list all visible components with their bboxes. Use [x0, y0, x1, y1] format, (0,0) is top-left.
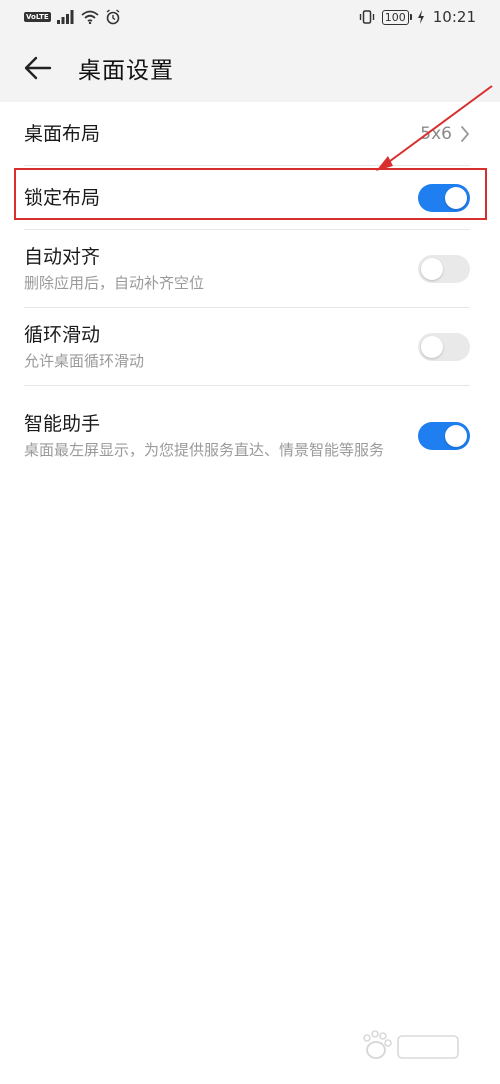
back-button[interactable] [22, 52, 54, 84]
status-left: VoLTE [24, 9, 121, 25]
chevron-right-icon [461, 126, 469, 142]
baidu-paw-icon [363, 1030, 459, 1059]
top-area: VoLTE 100 10:21 桌面设置 [0, 0, 500, 102]
page-title: 桌面设置 [78, 58, 174, 84]
battery-icon: 100 [381, 9, 412, 25]
auto-align-text: 自动对齐 删除应用后，自动补齐空位 [24, 244, 204, 294]
signal-icon [56, 10, 74, 24]
status-time: 10:21 [432, 8, 476, 26]
settings-list: 桌面布局 5x6 锁定布局 自动对齐 删除应用后，自动补齐空位 循环滑动 允许桌… [0, 102, 500, 486]
lock-layout-toggle[interactable] [418, 184, 470, 212]
wifi-icon [81, 10, 99, 24]
loop-scroll-row[interactable]: 循环滑动 允许桌面循环滑动 [0, 308, 500, 386]
loop-scroll-subtitle: 允许桌面循环滑动 [24, 352, 145, 370]
back-arrow-icon [24, 56, 52, 80]
status-bar: VoLTE 100 10:21 [0, 0, 500, 34]
desktop-layout-row[interactable]: 桌面布局 5x6 [0, 102, 500, 166]
loop-scroll-text: 循环滑动 允许桌面循环滑动 [24, 322, 144, 372]
lock-layout-row[interactable]: 锁定布局 [0, 166, 500, 230]
smart-assistant-title: 智能助手 [24, 413, 101, 435]
auto-align-toggle[interactable] [418, 255, 470, 283]
header: 桌面设置 [0, 34, 500, 102]
loop-scroll-title: 循环滑动 [24, 324, 101, 346]
toggle-knob [421, 258, 443, 280]
toggle-knob [445, 425, 467, 447]
smart-assistant-subtitle: 桌面最左屏显示，为您提供服务直达、情景智能等服务 [24, 441, 385, 459]
smart-assistant-row[interactable]: 智能助手 桌面最左屏显示，为您提供服务直达、情景智能等服务 [0, 386, 500, 486]
toggle-knob [445, 187, 467, 209]
charging-icon [417, 10, 424, 24]
watermark-logo [354, 1026, 474, 1066]
loop-scroll-toggle[interactable] [418, 333, 470, 361]
auto-align-title: 自动对齐 [24, 246, 101, 268]
smart-assistant-toggle[interactable] [418, 422, 470, 450]
toggle-knob [421, 336, 443, 358]
desktop-layout-value: 5x6 [420, 124, 452, 144]
volte-icon: VoLTE [24, 12, 51, 22]
desktop-layout-value-wrap: 5x6 [420, 124, 470, 144]
alarm-icon [106, 9, 120, 25]
desktop-layout-title: 桌面布局 [24, 123, 101, 145]
auto-align-row[interactable]: 自动对齐 删除应用后，自动补齐空位 [0, 230, 500, 308]
smart-assistant-text: 智能助手 桌面最左屏显示，为您提供服务直达、情景智能等服务 [24, 411, 384, 461]
status-right: 100 10:21 [358, 8, 476, 26]
lock-layout-title: 锁定布局 [24, 187, 101, 209]
auto-align-subtitle: 删除应用后，自动补齐空位 [24, 274, 205, 292]
vibrate-icon [359, 10, 374, 24]
